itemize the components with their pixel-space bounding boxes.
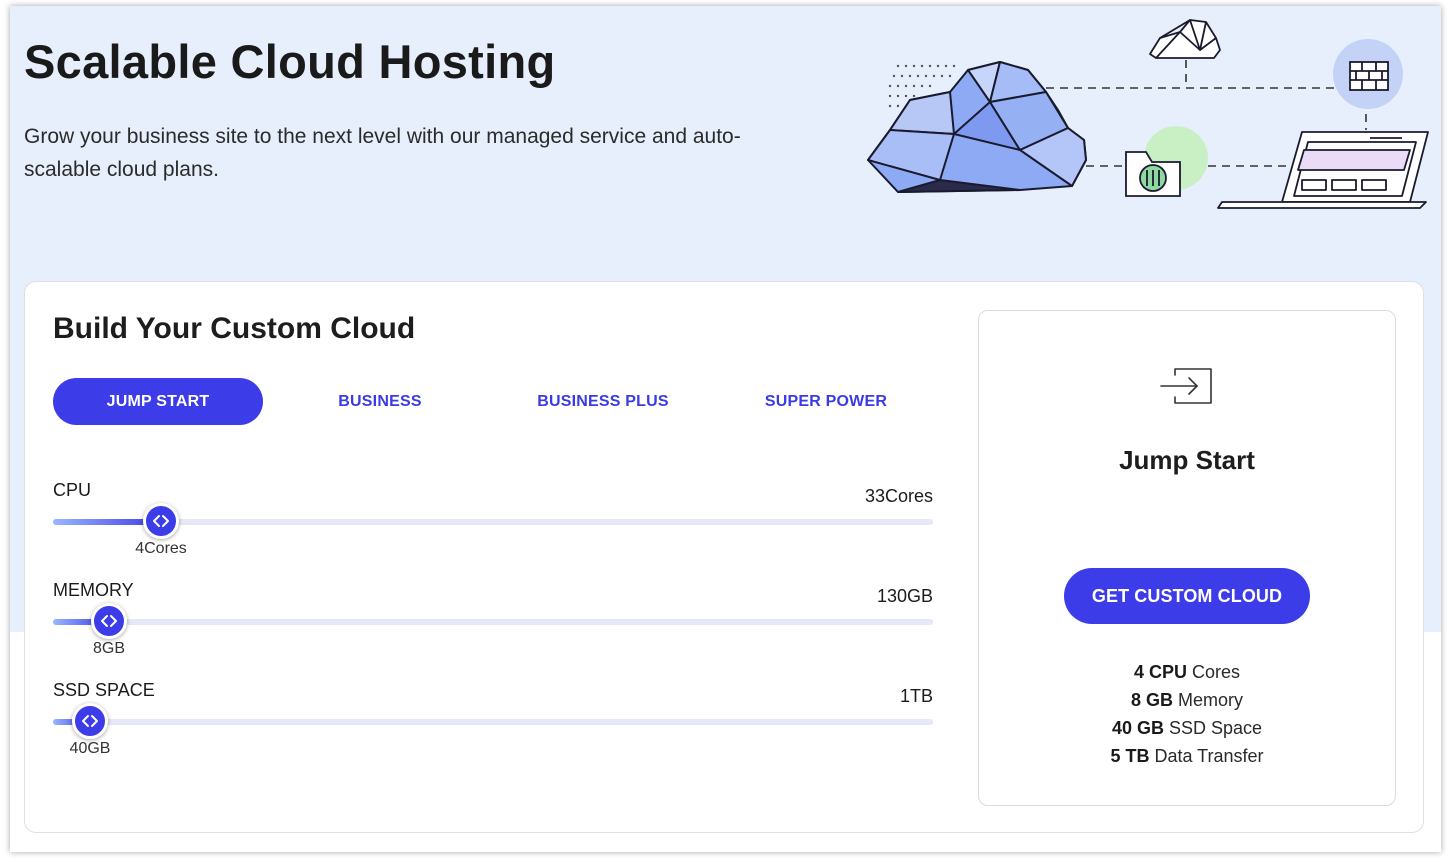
spec-cpu: 4 CPU Cores	[1133, 662, 1241, 682]
ssd-current-value: 40GB	[69, 740, 111, 757]
tab-business[interactable]: BUSINESS	[275, 378, 485, 425]
ssd-slider: SSD SPACE 1TB 40GB	[53, 680, 933, 770]
cpu-max-label: 33Cores	[864, 486, 933, 506]
hero-subtitle: Grow your business site to the next leve…	[24, 125, 741, 181]
memory-label: MEMORY	[53, 580, 134, 600]
memory-slider-thumb[interactable]	[91, 603, 127, 639]
chevrons-left-right-icon	[101, 615, 117, 627]
tab-jump-start[interactable]: JUMP START	[53, 378, 263, 425]
builder-title: Build Your Custom Cloud	[53, 312, 416, 345]
cpu-label: CPU	[53, 480, 92, 500]
ssd-max-label: 1TB	[899, 686, 933, 706]
sign-in-arrow-icon	[1160, 368, 1212, 404]
ssd-label: SSD SPACE	[53, 680, 155, 700]
chevrons-left-right-icon	[153, 515, 169, 527]
page-frame: Scalable Cloud Hosting Grow your busines…	[10, 6, 1441, 852]
plan-specs-list: 4 CPU Cores 8 GB Memory 40 GB SSD Space …	[979, 658, 1395, 770]
memory-max-label: 130GB	[876, 586, 933, 606]
plan-summary-panel: Jump Start GET CUSTOM CLOUD 4 CPU Cores …	[978, 310, 1396, 806]
chevrons-left-right-icon	[82, 715, 98, 727]
memory-track[interactable]	[53, 603, 933, 639]
spec-ssd: 40 GB SSD Space	[1111, 718, 1263, 738]
selected-plan-name: Jump Start	[1119, 445, 1255, 475]
tab-business-plus[interactable]: BUSINESS PLUS	[498, 378, 708, 425]
spec-memory: 8 GB Memory	[1130, 690, 1244, 710]
cloud-network-illustration	[867, 19, 1429, 209]
cpu-slider: CPU 33Cores 4Cores	[53, 480, 933, 570]
memory-slider: MEMORY 130GB 8GB	[53, 580, 933, 670]
cpu-slider-thumb[interactable]	[143, 503, 179, 539]
tab-super-power[interactable]: SUPER POWER	[721, 378, 931, 425]
ssd-track[interactable]	[53, 703, 933, 739]
plan-tabs: JUMP START BUSINESS BUSINESS PLUS SUPER …	[53, 378, 953, 426]
page-title: Scalable Cloud Hosting	[24, 35, 556, 88]
spec-transfer: 5 TB Data Transfer	[1110, 746, 1264, 766]
custom-cloud-builder-card: Build Your Custom Cloud JUMP START BUSIN…	[24, 281, 1424, 833]
cpu-current-value: 4Cores	[135, 540, 187, 557]
get-custom-cloud-button[interactable]: GET CUSTOM CLOUD	[1064, 568, 1310, 624]
ssd-slider-thumb[interactable]	[72, 703, 108, 739]
memory-current-value: 8GB	[92, 640, 126, 657]
cpu-track[interactable]	[53, 503, 933, 539]
